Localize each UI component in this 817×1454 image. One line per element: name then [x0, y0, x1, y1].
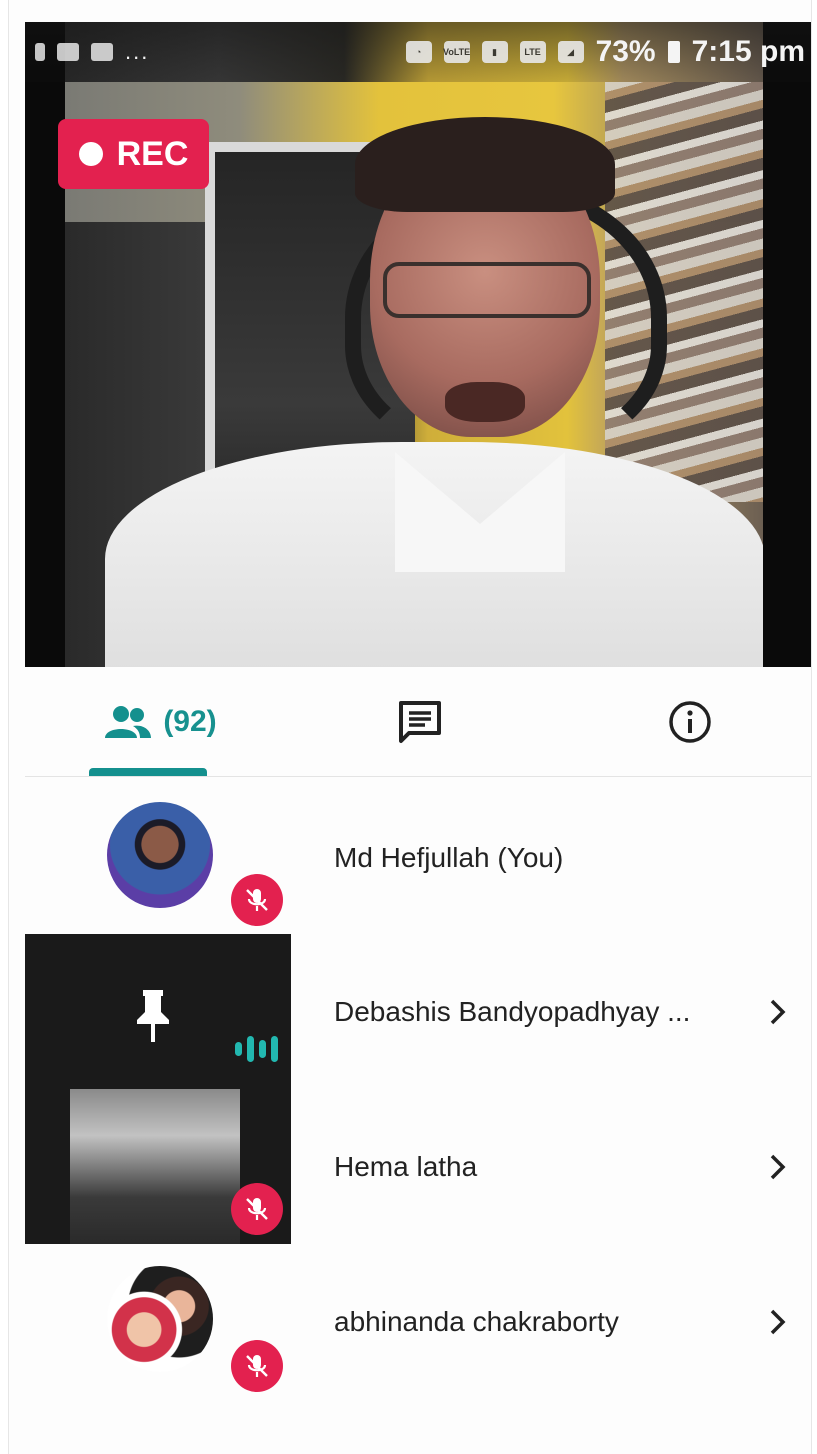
battery-icon: [667, 41, 680, 63]
mic-muted-badge: [231, 1183, 283, 1235]
tab-participants[interactable]: (92): [85, 692, 235, 752]
tab-info[interactable]: [655, 692, 725, 752]
status-bar-left: ...: [35, 39, 149, 65]
mic-off-icon: [246, 889, 268, 911]
sim-icon: [35, 43, 45, 61]
mic-off-icon: [246, 1198, 268, 1220]
participant-row[interactable]: abhinanda chakraborty: [25, 1244, 811, 1399]
phone-screen: ... ◔ VoLTE ▮ LTE ◢ 73% 7:15 pm REC (92)…: [8, 0, 812, 1454]
gallery-icon: [57, 43, 79, 61]
participant-tile: [25, 934, 291, 1089]
participant-name: abhinanda chakraborty: [334, 1305, 619, 1337]
chat-icon: [399, 701, 441, 743]
recording-label: REC: [116, 134, 189, 173]
participants-count: (92): [163, 705, 217, 738]
participant-tile: [25, 1244, 291, 1399]
participant-name: Hema latha: [334, 1150, 478, 1182]
recording-badge: REC: [58, 119, 209, 189]
participant-name: Debashis Bandyopadhyay ...: [334, 995, 691, 1027]
main-video[interactable]: ... ◔ VoLTE ▮ LTE ◢ 73% 7:15 pm REC: [25, 22, 811, 667]
record-dot-icon: [78, 142, 103, 166]
participant-row[interactable]: Debashis Bandyopadhyay ...: [25, 934, 811, 1089]
status-bar-right: ◔ VoLTE ▮ LTE ◢ 73% 7:15 pm: [405, 35, 811, 69]
more-notifications: ...: [125, 39, 150, 64]
speaker-mouth: [445, 382, 525, 422]
participant-name: Md Hefjullah (You): [334, 841, 564, 873]
speaker-hair: [355, 117, 615, 212]
status-bar: ... ◔ VoLTE ▮ LTE ◢ 73% 7:15 pm: [25, 22, 811, 82]
avatar: [107, 1266, 213, 1372]
chevron-right-icon[interactable]: [763, 992, 793, 1032]
alarm-icon: ◔: [405, 41, 432, 63]
active-tab-indicator: [89, 768, 207, 776]
info-icon: [669, 701, 711, 743]
clock: 7:15 pm: [691, 35, 805, 68]
speaking-indicator-icon: [235, 1036, 278, 1062]
tab-chat[interactable]: [385, 692, 455, 752]
lte-icon: LTE: [519, 41, 546, 63]
participant-tile: [25, 1089, 291, 1244]
participant-row[interactable]: Hema latha: [25, 1089, 811, 1244]
signal-icon: ◢: [557, 41, 584, 63]
people-icon: [105, 706, 152, 738]
avatar: [107, 802, 213, 908]
meeting-tabs: (92): [25, 668, 811, 776]
speaker-glasses: [383, 262, 591, 318]
sim-card-icon: ▮: [481, 41, 508, 63]
tabs-divider: [25, 776, 811, 777]
mic-off-icon: [246, 1355, 268, 1377]
pin-icon: [133, 986, 173, 1046]
participant-camera-preview: [70, 1089, 240, 1244]
battery-percent: 73%: [595, 35, 656, 68]
volte-icon: VoLTE: [443, 41, 470, 63]
mic-muted-badge: [231, 1340, 283, 1392]
chevron-right-icon[interactable]: [763, 1302, 793, 1342]
chevron-right-icon[interactable]: [763, 1147, 793, 1187]
participant-tile: [25, 780, 291, 935]
youtube-icon: [91, 43, 113, 61]
participant-row[interactable]: Md Hefjullah (You): [25, 780, 811, 935]
mic-muted-badge: [231, 874, 283, 926]
